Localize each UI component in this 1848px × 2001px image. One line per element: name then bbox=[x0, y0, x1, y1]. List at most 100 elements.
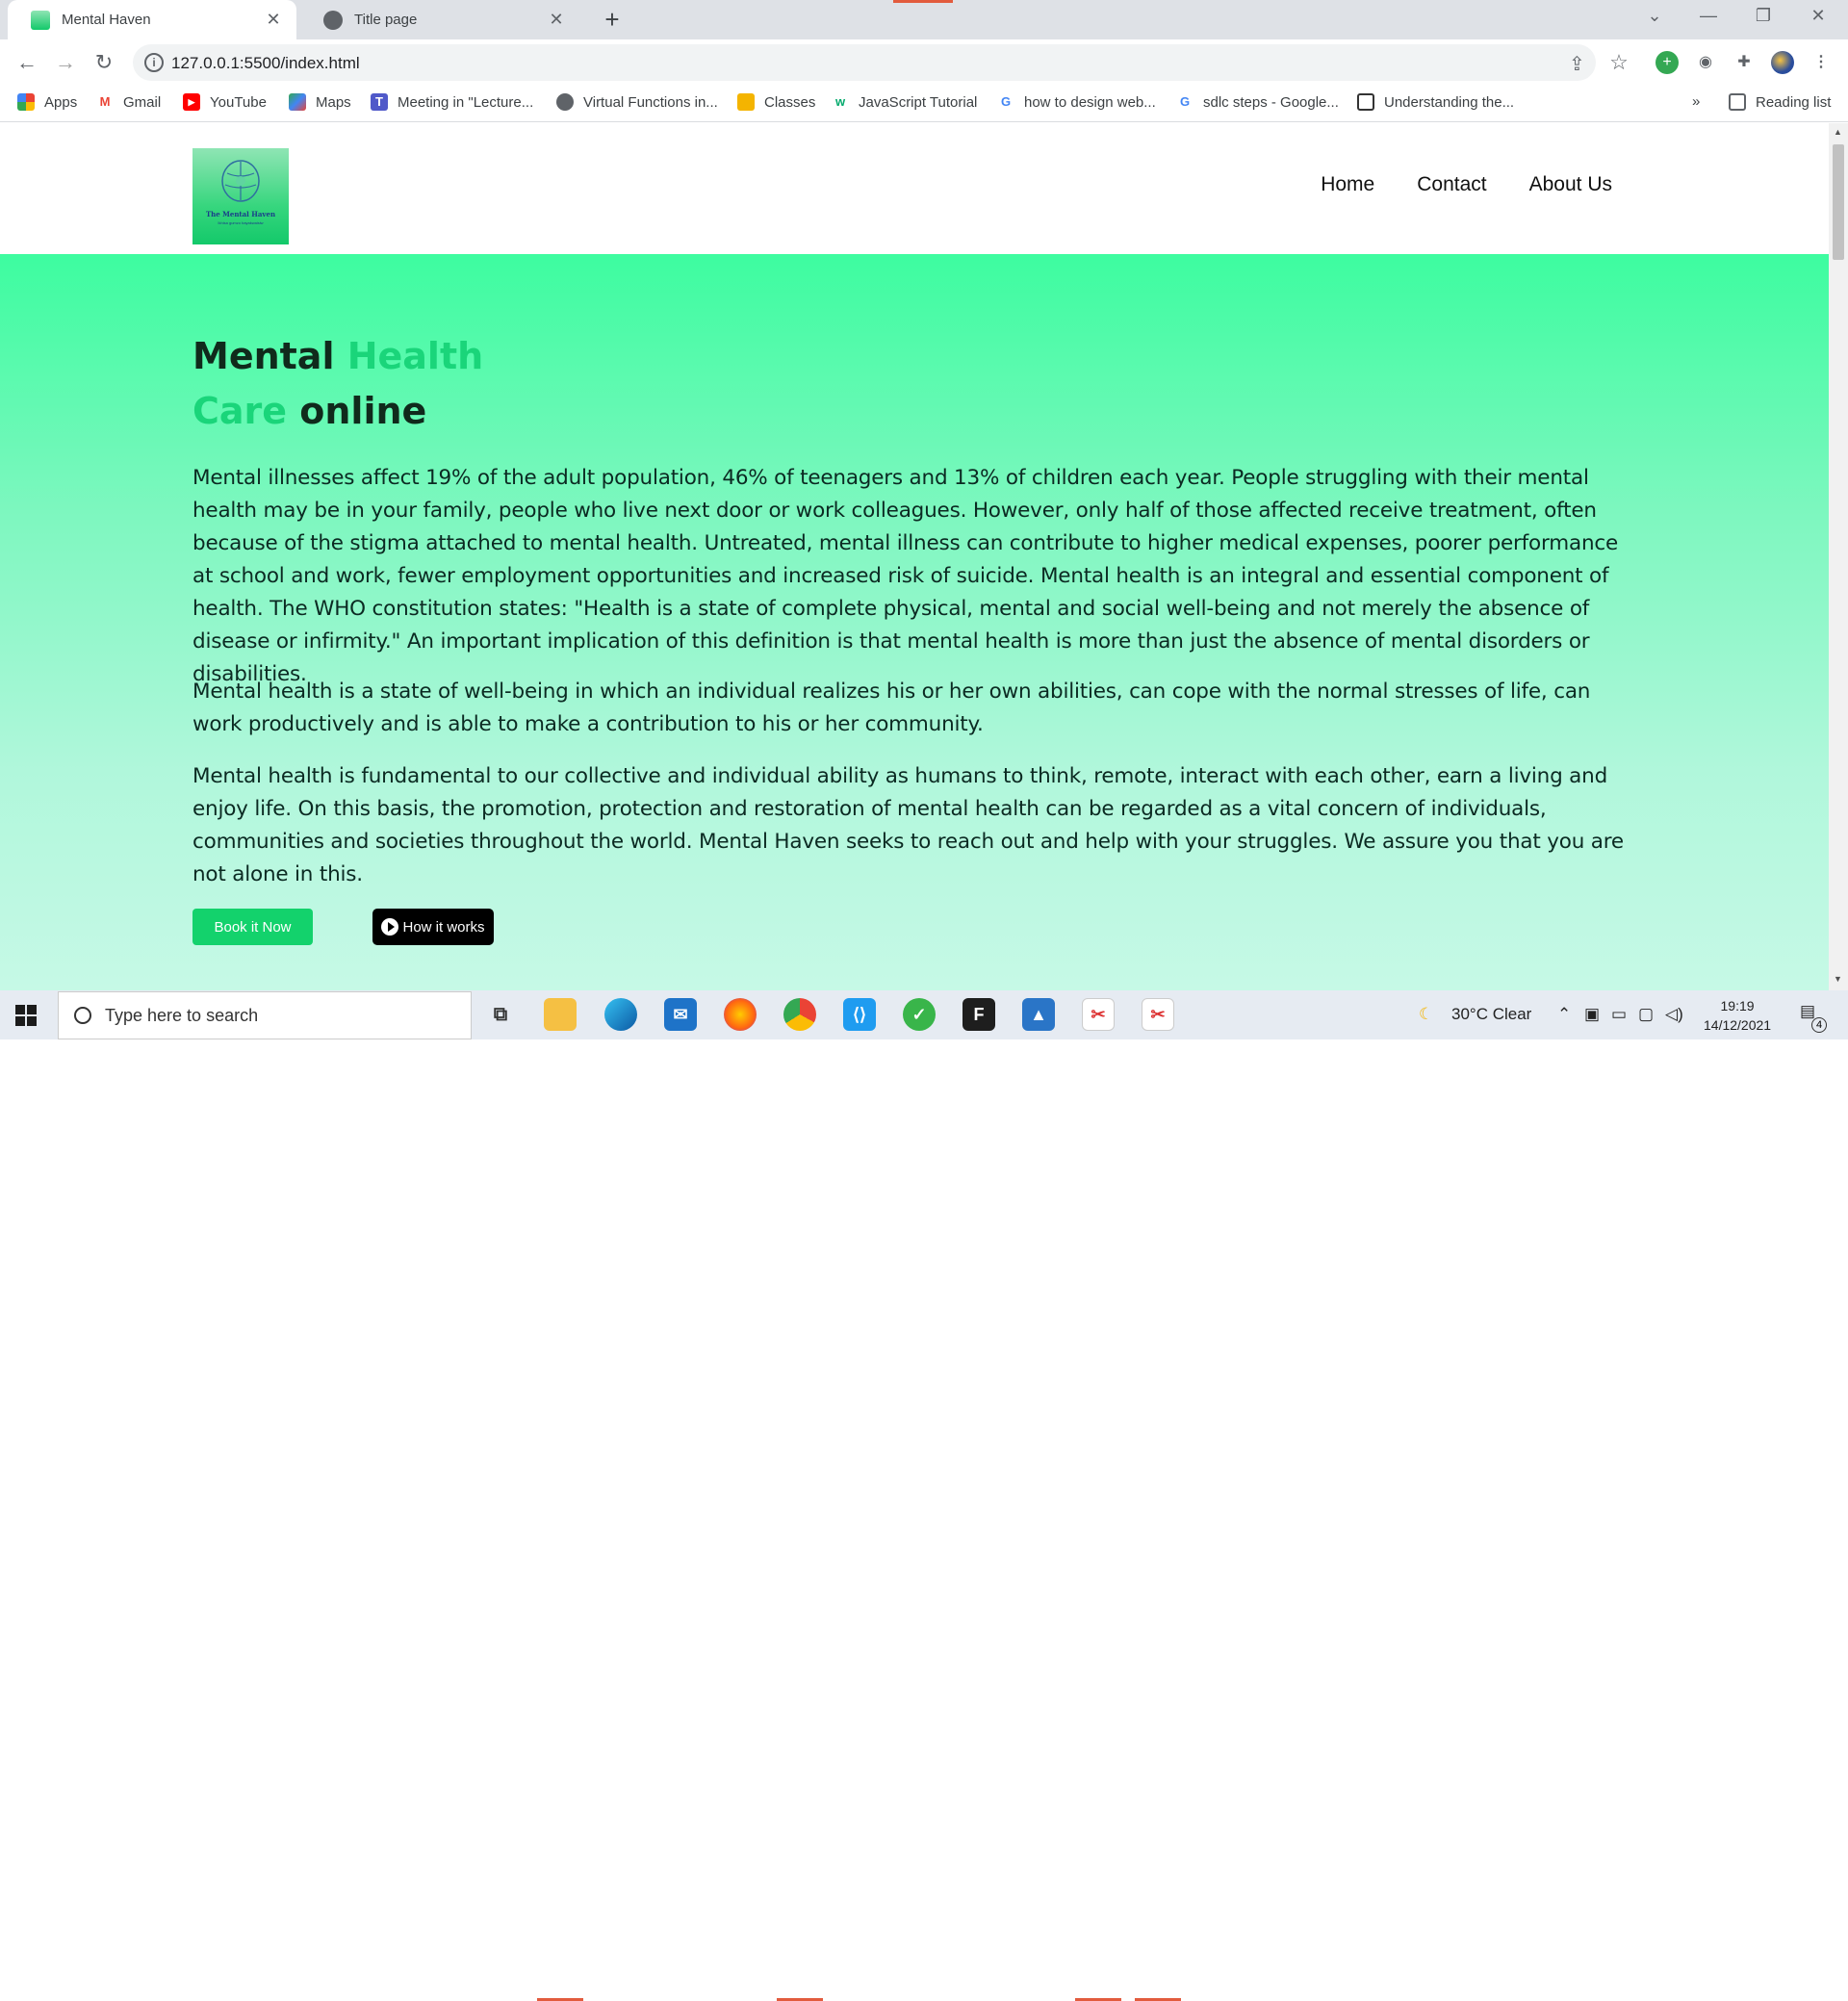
nav-about-us[interactable]: About Us bbox=[1529, 173, 1612, 196]
bookmarks-bar: Apps M Gmail ▶ YouTube Maps T Meeting in… bbox=[0, 86, 1848, 122]
scroll-up-icon[interactable]: ▲ bbox=[1834, 127, 1842, 137]
profile-avatar[interactable] bbox=[1771, 51, 1794, 74]
bookmark-understanding[interactable]: Understanding the... bbox=[1357, 93, 1514, 111]
hero-section: Mental Health Care online Mental illness… bbox=[0, 254, 1829, 990]
close-tab-icon[interactable]: ✕ bbox=[264, 10, 283, 30]
meet-now-icon[interactable]: ▣ bbox=[1584, 1005, 1600, 1024]
logo-tagline: Ikhisa gumzo bayakwaisiw bbox=[218, 220, 264, 225]
teams-icon: T bbox=[371, 93, 388, 111]
site-info-icon[interactable]: i bbox=[144, 53, 164, 72]
weather-text[interactable]: 30°C Clear bbox=[1451, 1005, 1531, 1024]
snip-sketch-icon[interactable]: ✂ bbox=[1142, 998, 1174, 1031]
bookmark-javascript-tutorial[interactable]: w JavaScript Tutorial bbox=[832, 93, 977, 111]
bookmark-maps[interactable]: Maps bbox=[289, 93, 351, 111]
address-bar[interactable]: i 127.0.0.1:5500/index.html ⇪ bbox=[133, 44, 1596, 81]
snipping-tool-icon[interactable]: ✂ bbox=[1082, 998, 1115, 1031]
bookmark-label: Apps bbox=[44, 93, 78, 111]
site-nav: Home Contact About Us bbox=[1321, 173, 1612, 196]
file-explorer-icon[interactable] bbox=[544, 998, 577, 1031]
overflow-chevron-icon: » bbox=[1692, 93, 1701, 110]
bookmark-star-icon[interactable]: ☆ bbox=[1607, 51, 1630, 74]
browser-toolbar: ← → ↻ i 127.0.0.1:5500/index.html ⇪ ☆ + … bbox=[0, 39, 1848, 86]
bookmark-how-to-design[interactable]: G how to design web... bbox=[997, 93, 1156, 111]
photos-icon[interactable]: ▲ bbox=[1022, 998, 1055, 1031]
bookmark-gmail[interactable]: M Gmail bbox=[96, 93, 162, 111]
brain-logo-icon bbox=[221, 160, 260, 202]
task-view-icon[interactable]: ⧉ bbox=[484, 998, 517, 1031]
bookmark-label: Meeting in "Lecture... bbox=[398, 93, 534, 111]
book-it-now-button[interactable]: Book it Now bbox=[192, 909, 313, 945]
bookmark-classes[interactable]: Classes bbox=[737, 93, 815, 111]
tab-search-icon[interactable]: ⌄ bbox=[1640, 6, 1669, 26]
close-window-button[interactable]: ✕ bbox=[1804, 6, 1833, 26]
battery-icon[interactable]: ▭ bbox=[1611, 1005, 1627, 1024]
reading-list-label: Reading list bbox=[1756, 93, 1832, 111]
url-text[interactable]: 127.0.0.1:5500/index.html bbox=[171, 54, 360, 73]
windows-start-icon[interactable] bbox=[15, 1005, 37, 1026]
new-tab-button[interactable]: + bbox=[599, 6, 626, 33]
reading-list-button[interactable]: Reading list bbox=[1729, 93, 1831, 111]
logo-title: The Mental Haven bbox=[205, 210, 276, 218]
bookmark-label: how to design web... bbox=[1024, 93, 1156, 111]
scroll-down-icon[interactable]: ▼ bbox=[1834, 974, 1842, 984]
gmail-icon: M bbox=[99, 94, 111, 109]
google-icon: G bbox=[1000, 94, 1012, 109]
hero-paragraph: Mental illnesses affect 19% of the adult… bbox=[192, 466, 1619, 686]
menu-kebab-icon[interactable]: ⋮ bbox=[1810, 51, 1833, 74]
edge-icon[interactable] bbox=[604, 998, 637, 1031]
tab-mental-haven[interactable]: Mental Haven ✕ bbox=[8, 0, 296, 39]
bookmark-apps[interactable]: Apps bbox=[17, 93, 77, 111]
page-scrollbar[interactable]: ▲ ▼ bbox=[1829, 123, 1848, 990]
clock-time: 19:19 bbox=[1720, 998, 1755, 1013]
bookmark-sdlc-steps[interactable]: G sdlc steps - Google... bbox=[1176, 93, 1339, 111]
chevron-up-icon[interactable]: ⌃ bbox=[1557, 1005, 1571, 1024]
network-icon[interactable]: ▢ bbox=[1638, 1005, 1654, 1024]
hero-paragraph: Mental health is fundamental to our coll… bbox=[192, 764, 1624, 886]
camera-extension-icon[interactable]: ◉ bbox=[1694, 51, 1717, 74]
bookmark-label: JavaScript Tutorial bbox=[859, 93, 978, 111]
firefox-icon[interactable] bbox=[724, 998, 757, 1031]
bookmark-label: Understanding the... bbox=[1384, 93, 1515, 111]
share-icon[interactable]: ⇪ bbox=[1569, 52, 1585, 76]
forward-arrow-icon[interactable]: → bbox=[52, 49, 79, 76]
close-tab-icon[interactable]: ✕ bbox=[547, 10, 566, 30]
minimize-button[interactable]: — bbox=[1694, 6, 1723, 26]
bookmark-label: Maps bbox=[316, 93, 351, 111]
vscode-icon[interactable]: ⟨⟩ bbox=[843, 998, 876, 1031]
windows-taskbar: Type here to search ⧉ ✉ ⟨⟩ ✓ F ▲ ✂ ✂ ☾ 3… bbox=[0, 990, 1848, 2001]
play-icon bbox=[381, 918, 399, 936]
scrollbar-thumb[interactable] bbox=[1833, 144, 1844, 260]
extension-plus-icon[interactable]: + bbox=[1656, 51, 1679, 74]
send-app-icon[interactable]: ✓ bbox=[903, 998, 936, 1031]
extensions-puzzle-icon[interactable]: ✚ bbox=[1732, 51, 1756, 74]
volume-icon[interactable]: ◁) bbox=[1665, 1005, 1683, 1024]
globe-icon bbox=[556, 93, 574, 111]
page-icon bbox=[1357, 93, 1374, 111]
mail-icon[interactable]: ✉ bbox=[664, 998, 697, 1031]
bookmark-meeting[interactable]: T Meeting in "Lecture... bbox=[371, 93, 533, 111]
notifications-icon[interactable]: ▤ bbox=[1800, 1002, 1815, 1021]
hero-paragraph: Mental health is a state of well-being i… bbox=[192, 680, 1591, 736]
tab-title-page[interactable]: Title page ✕ bbox=[300, 0, 579, 39]
bookmarks-overflow-button[interactable]: » bbox=[1692, 93, 1700, 110]
bookmark-label: Classes bbox=[764, 93, 816, 111]
chrome-icon[interactable] bbox=[783, 998, 816, 1031]
clock[interactable]: 19:19 14/12/2021 bbox=[1704, 996, 1771, 1035]
reload-icon[interactable]: ↻ bbox=[90, 49, 117, 76]
bookmark-label: Gmail bbox=[123, 93, 162, 111]
figma-icon[interactable]: F bbox=[962, 998, 995, 1031]
restore-button[interactable]: ❐ bbox=[1749, 6, 1778, 26]
site-logo[interactable]: The Mental Haven Ikhisa gumzo bayakwaisi… bbox=[192, 148, 289, 244]
globe-icon bbox=[323, 10, 343, 30]
nav-home[interactable]: Home bbox=[1321, 173, 1374, 196]
nav-contact[interactable]: Contact bbox=[1417, 173, 1486, 196]
how-it-works-button[interactable]: How it works bbox=[372, 909, 494, 945]
back-arrow-icon[interactable]: ← bbox=[13, 49, 40, 76]
title-accent: Health bbox=[346, 335, 484, 377]
tab-title: Title page bbox=[354, 12, 418, 28]
bookmark-youtube[interactable]: ▶ YouTube bbox=[183, 93, 267, 111]
bookmark-virtual-functions[interactable]: Virtual Functions in... bbox=[556, 93, 718, 111]
taskbar-search-box[interactable]: Type here to search bbox=[58, 991, 472, 1039]
title-part: Mental bbox=[192, 335, 347, 377]
bookmark-label: sdlc steps - Google... bbox=[1203, 93, 1339, 111]
